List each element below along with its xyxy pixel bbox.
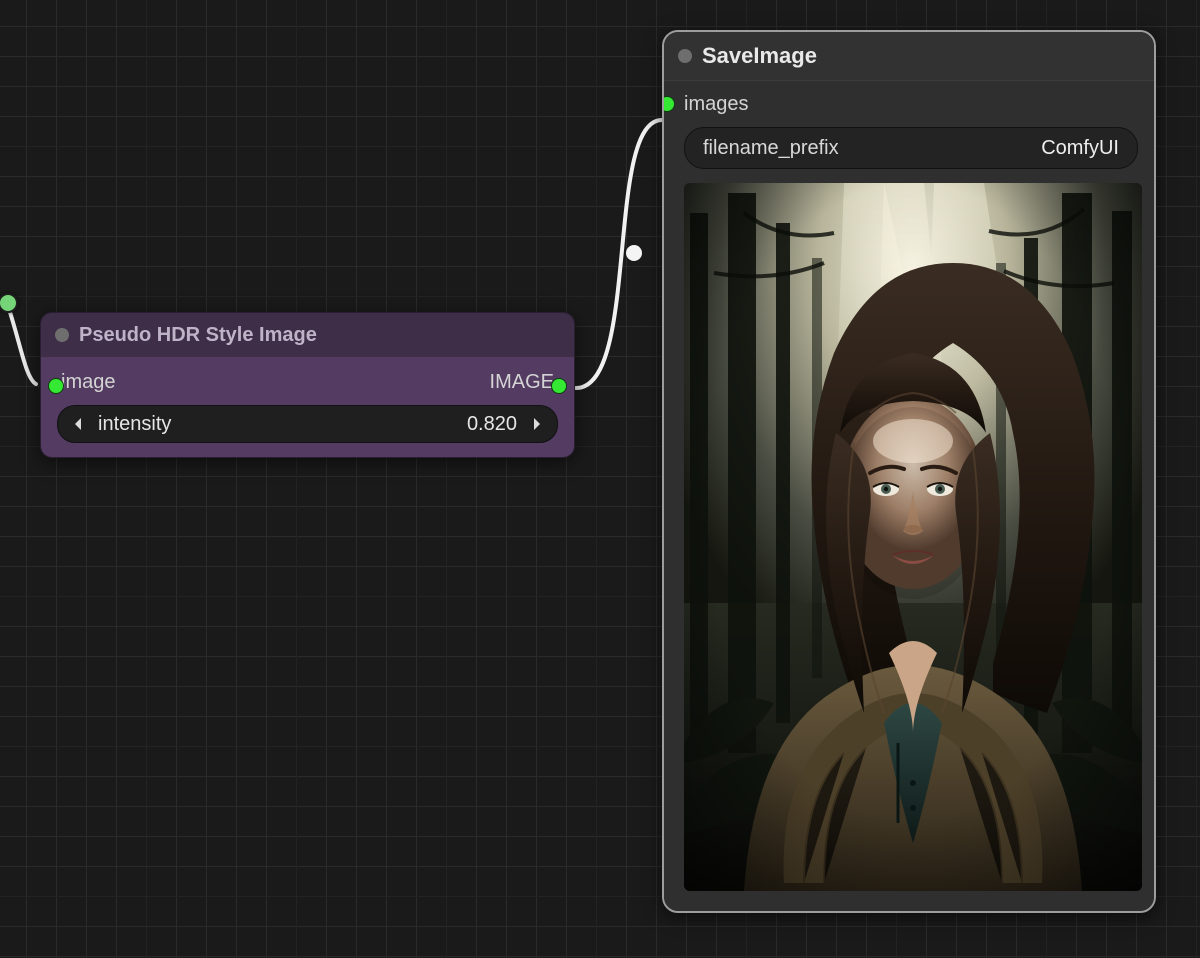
decrement-button[interactable]: [64, 417, 92, 431]
node-save-image[interactable]: SaveImage images filename_prefix ComfyUI: [662, 30, 1156, 913]
widget-value: ComfyUI: [1041, 137, 1119, 160]
node-title: Pseudo HDR Style Image: [79, 324, 317, 347]
input-port-image[interactable]: [49, 379, 63, 393]
node-graph-canvas[interactable]: Pseudo HDR Style Image image IMAGE inten…: [0, 0, 1200, 958]
output-port-image[interactable]: [552, 379, 566, 393]
node-pseudo-hdr[interactable]: Pseudo HDR Style Image image IMAGE inten…: [40, 312, 575, 458]
filename-prefix-widget[interactable]: filename_prefix ComfyUI: [684, 127, 1138, 169]
increment-button[interactable]: [523, 417, 551, 431]
widget-label: filename_prefix: [703, 137, 839, 160]
node-port-row: images: [684, 87, 1138, 121]
intensity-number-widget[interactable]: intensity 0.820: [57, 405, 558, 443]
output-image-preview[interactable]: [684, 183, 1142, 891]
node-titlebar[interactable]: Pseudo HDR Style Image: [40, 312, 575, 357]
node-body: image IMAGE intensity 0.820: [40, 357, 575, 458]
input-port-label: image: [61, 371, 115, 394]
offscreen-output-port[interactable]: [0, 293, 18, 313]
input-port-images[interactable]: [662, 97, 674, 111]
node-status-dot: [678, 49, 692, 63]
chevron-left-icon: [72, 417, 84, 431]
input-port-label: images: [684, 93, 748, 116]
widget-value: 0.820: [467, 413, 523, 436]
node-title: SaveImage: [702, 43, 817, 69]
node-status-dot: [55, 328, 69, 342]
output-port-label: IMAGE: [490, 371, 554, 394]
node-port-row: image IMAGE: [57, 365, 558, 399]
chevron-right-icon: [531, 417, 543, 431]
node-body: images filename_prefix ComfyUI: [664, 81, 1154, 911]
widget-label: intensity: [92, 413, 171, 436]
node-titlebar[interactable]: SaveImage: [664, 32, 1154, 81]
